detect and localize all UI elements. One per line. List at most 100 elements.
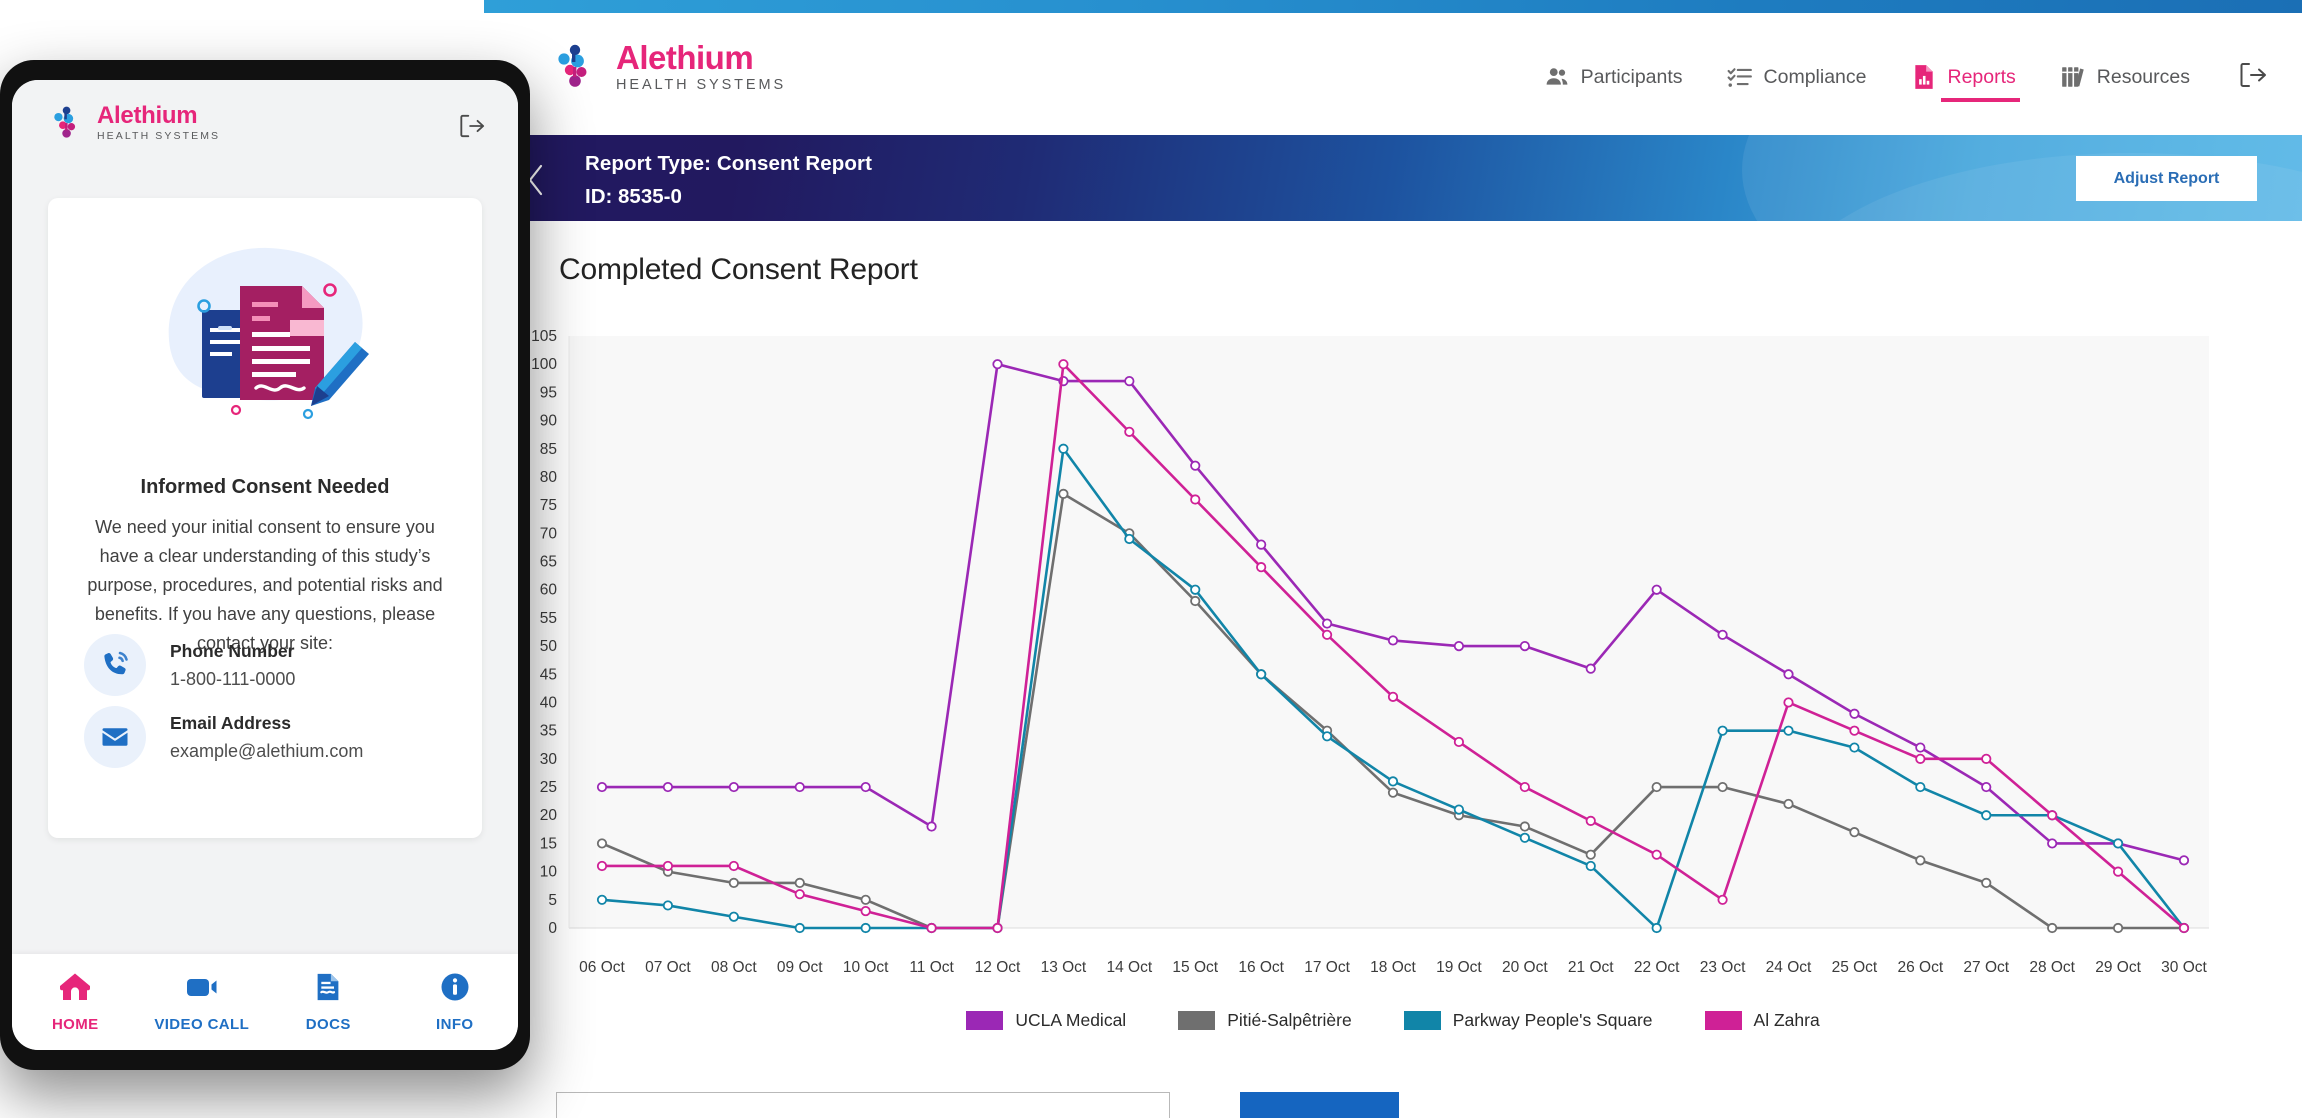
chart-data-point[interactable] [992, 922, 1003, 934]
chart-data-point[interactable] [1058, 443, 1069, 454]
chart-data-point[interactable] [1321, 618, 1333, 629]
chart-data-point[interactable] [1849, 708, 1860, 719]
nav-item-compliance[interactable]: Compliance [1705, 55, 1889, 99]
chart-data-point[interactable] [794, 781, 805, 793]
chart-data-point[interactable] [1915, 781, 1926, 793]
chart-data-point[interactable] [1058, 488, 1069, 499]
chart-data-point[interactable] [1190, 494, 1201, 505]
submit-button[interactable] [1240, 1092, 1399, 1118]
chart-data-point[interactable] [1783, 669, 1794, 680]
chart-data-point[interactable] [1387, 691, 1399, 702]
chart-data-point[interactable] [1256, 539, 1267, 550]
chart-data-point[interactable] [1256, 669, 1267, 680]
chart-data-point[interactable] [662, 781, 674, 793]
chart-data-point[interactable] [2112, 922, 2124, 934]
chart-data-point[interactable] [1849, 827, 1860, 838]
chart-data-point[interactable] [1321, 629, 1333, 640]
chart-data-point[interactable] [1585, 663, 1596, 674]
chart-data-point[interactable] [2178, 922, 2190, 934]
chart-data-point[interactable] [1717, 781, 1728, 793]
tab-docs[interactable]: DOCS [265, 972, 392, 1033]
chart-data-point[interactable] [596, 781, 608, 793]
chart-data-point[interactable] [1651, 781, 1662, 793]
nav-item-participants[interactable]: Participants [1522, 55, 1705, 99]
chart-data-point[interactable] [1519, 821, 1530, 832]
chart-data-point[interactable] [2047, 922, 2058, 934]
chart-data-point[interactable] [860, 922, 871, 934]
chart-data-point[interactable] [728, 911, 739, 922]
chart-data-point[interactable] [1519, 832, 1530, 843]
chart-data-point[interactable] [1453, 640, 1465, 652]
chart-data-point[interactable] [1717, 725, 1728, 736]
chart-data-point[interactable] [1915, 742, 1926, 753]
tab-info[interactable]: INFO [392, 972, 519, 1033]
chart-data-point[interactable] [1453, 736, 1465, 748]
chart-data-point[interactable] [1915, 855, 1926, 866]
chart-data-point[interactable] [662, 900, 674, 911]
chart-data-point[interactable] [1387, 776, 1399, 787]
chart-data-point[interactable] [596, 860, 608, 872]
chart-data-point[interactable] [992, 359, 1003, 370]
contact-email-value[interactable]: example@alethium.com [170, 741, 363, 762]
chart-data-point[interactable] [860, 781, 871, 793]
chart-data-point[interactable] [1981, 810, 1992, 821]
chart-data-point[interactable] [1981, 781, 1992, 793]
chart-data-point[interactable] [1256, 562, 1267, 573]
chart-data-point[interactable] [794, 889, 805, 900]
logout-button[interactable] [2238, 61, 2268, 94]
chart-data-point[interactable] [1981, 753, 1992, 764]
chart-data-point[interactable] [728, 860, 739, 872]
chart-data-point[interactable] [1915, 753, 1926, 764]
chart-data-point[interactable] [1585, 815, 1596, 826]
chart-data-point[interactable] [1585, 849, 1596, 860]
adjust-report-button[interactable]: Adjust Report [2076, 156, 2257, 201]
chart-data-point[interactable] [1783, 725, 1794, 736]
nav-item-reports[interactable]: Reports [1889, 55, 2038, 102]
chart-data-point[interactable] [1190, 595, 1201, 607]
chart-data-point[interactable] [860, 905, 871, 917]
chart-data-point[interactable] [794, 877, 805, 888]
chart-data-point[interactable] [2047, 838, 2058, 849]
contact-phone-value[interactable]: 1-800-111-0000 [170, 669, 295, 690]
chart-data-point[interactable] [1849, 725, 1860, 736]
chart-data-point[interactable] [1981, 877, 1992, 888]
chart-data-point[interactable] [596, 838, 608, 849]
chart-data-point[interactable] [1058, 359, 1069, 370]
chart-data-point[interactable] [1717, 894, 1728, 905]
chart-data-point[interactable] [2178, 855, 2190, 866]
chart-data-point[interactable] [1651, 849, 1662, 860]
chart-data-point[interactable] [1190, 460, 1201, 471]
chart-data-point[interactable] [1387, 635, 1399, 646]
chart-data-point[interactable] [794, 922, 805, 934]
chart-data-point[interactable] [926, 922, 937, 934]
legend-item[interactable]: Pitié-Salpêtrière [1178, 1010, 1352, 1031]
legend-item[interactable]: Al Zahra [1704, 1010, 1820, 1031]
chart-data-point[interactable] [1849, 742, 1860, 753]
legend-item[interactable]: Parkway People's Square [1403, 1010, 1653, 1031]
chart-data-point[interactable] [1453, 804, 1465, 815]
chart-data-point[interactable] [1387, 787, 1399, 798]
chart-data-point[interactable] [1717, 629, 1728, 640]
chart-data-point[interactable] [1519, 781, 1530, 793]
chart-data-point[interactable] [1190, 584, 1201, 595]
chart-data-point[interactable] [926, 821, 937, 832]
chart-data-point[interactable] [1321, 731, 1333, 742]
tab-home[interactable]: HOME [12, 972, 139, 1033]
chart-data-point[interactable] [2112, 838, 2124, 849]
chart-data-point[interactable] [1651, 584, 1662, 595]
chart-data-point[interactable] [2112, 866, 2124, 877]
chart-data-point[interactable] [1783, 697, 1794, 708]
tab-video-call[interactable]: VIDEO CALL [139, 972, 266, 1033]
legend-item[interactable]: UCLA Medical [966, 1010, 1126, 1031]
chart-data-point[interactable] [2047, 810, 2058, 821]
chart-data-point[interactable] [1519, 640, 1530, 652]
chart-data-point[interactable] [728, 877, 739, 888]
chart-data-point[interactable] [728, 781, 739, 793]
nav-item-resources[interactable]: Resources [2038, 55, 2212, 99]
chart-data-point[interactable] [860, 894, 871, 905]
chart-data-point[interactable] [596, 894, 608, 905]
chart-data-point[interactable] [1124, 426, 1135, 437]
chart-data-point[interactable] [1124, 533, 1135, 545]
mobile-logout-button[interactable] [458, 113, 486, 144]
chart-data-point[interactable] [1783, 798, 1794, 810]
